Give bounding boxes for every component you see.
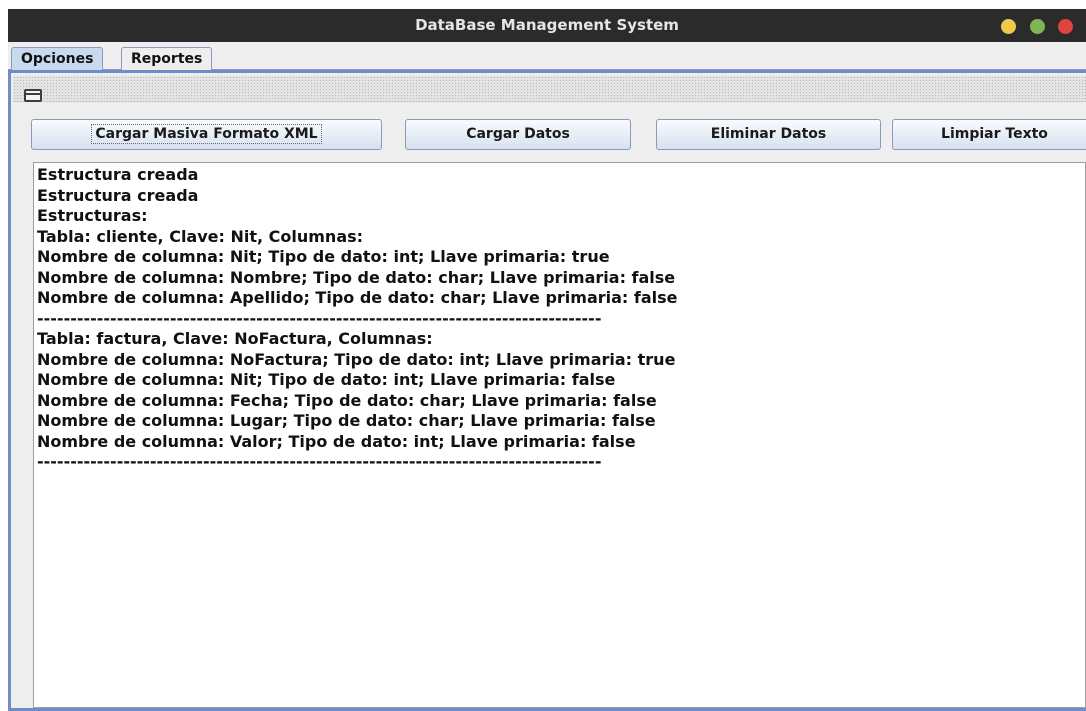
minimize-icon[interactable] xyxy=(1001,19,1016,34)
output-line: Estructura creada xyxy=(37,185,199,205)
output-line: Nombre de columna: Nit; Tipo de dato: in… xyxy=(37,370,616,389)
output-line: Nombre de columna: Nombre; Tipo de dato:… xyxy=(37,267,676,287)
maximize-icon[interactable] xyxy=(1030,19,1045,34)
output-line: Nombre de columna: Lugar; Tipo de dato: … xyxy=(37,411,656,430)
window-title: DataBase Management System xyxy=(415,16,679,34)
output-line: Nombre de columna: NoFactura; Tipo de da… xyxy=(37,349,676,369)
eliminar-datos-button[interactable]: Eliminar Datos xyxy=(656,119,881,150)
output-line: Nombre de columna: Valor; Tipo de dato: … xyxy=(37,431,636,451)
limpiar-texto-button[interactable]: Limpiar Texto xyxy=(892,119,1086,150)
internal-window-icon[interactable] xyxy=(24,89,42,102)
title-bar[interactable]: DataBase Management System xyxy=(8,9,1086,42)
cargar-datos-button[interactable]: Cargar Datos xyxy=(405,119,631,150)
tab-strip: Opciones Reportes xyxy=(8,42,1086,71)
output-line: Estructura creada xyxy=(37,165,199,184)
output-separator: ----------------------------------------… xyxy=(37,308,602,328)
internal-frame: Cargar Masiva Formato XML Cargar Datos E… xyxy=(8,70,1086,711)
internal-frame-titlebar[interactable] xyxy=(13,76,1086,102)
cargar-masiva-xml-label: Cargar Masiva Formato XML xyxy=(91,124,322,144)
output-textarea[interactable]: Estructura creada Estructura creada Estr… xyxy=(33,162,1086,708)
output-line: Nombre de columna: Nit; Tipo de dato: in… xyxy=(37,247,610,266)
close-icon[interactable] xyxy=(1058,19,1073,34)
output-line: Nombre de columna: Fecha; Tipo de dato: … xyxy=(37,390,657,410)
cargar-masiva-xml-button[interactable]: Cargar Masiva Formato XML xyxy=(31,119,382,150)
tab-reportes[interactable]: Reportes xyxy=(121,47,213,70)
output-separator: ----------------------------------------… xyxy=(37,452,602,471)
output-line: Estructuras: xyxy=(37,206,148,225)
tab-opciones[interactable]: Opciones xyxy=(11,47,104,71)
output-line: Tabla: cliente, Clave: Nit, Columnas: xyxy=(37,226,364,246)
output-line: Tabla: factura, Clave: NoFactura, Column… xyxy=(37,329,433,348)
output-line: Nombre de columna: Apellido; Tipo de dat… xyxy=(37,288,678,307)
